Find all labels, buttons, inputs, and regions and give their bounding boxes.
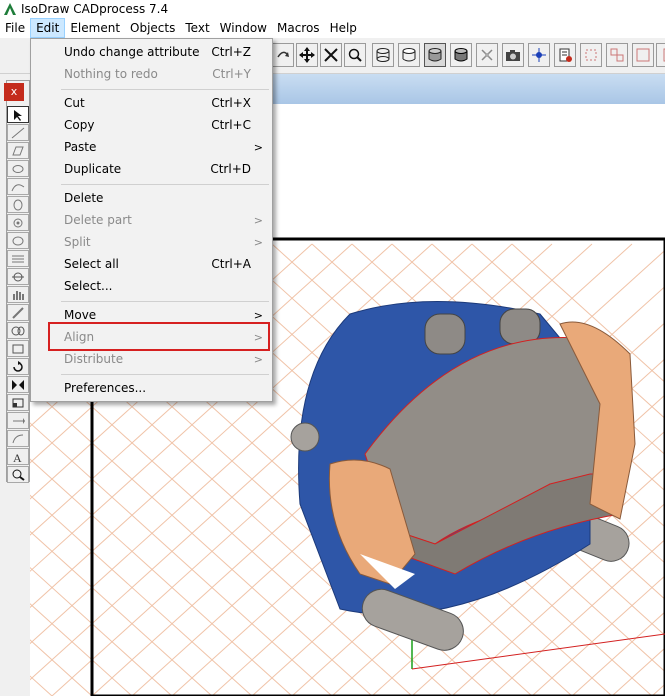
palette-close-button[interactable]: x	[4, 83, 24, 101]
menu-item-label: Undo change attribute	[64, 45, 200, 59]
menu-item-label: Cut	[64, 96, 85, 110]
window-title: IsoDraw CADprocess 7.4	[21, 2, 169, 16]
thread-tool-icon[interactable]	[7, 250, 29, 267]
selection-tool-icon[interactable]	[7, 106, 29, 123]
menu-separator	[61, 89, 269, 90]
camera-icon[interactable]	[502, 43, 524, 67]
bleed-screw	[290, 422, 320, 452]
menu-item-shortcut: Ctrl+D	[210, 162, 251, 176]
brake-caliper-model	[290, 301, 636, 651]
menu-objects[interactable]: Objects	[125, 18, 180, 38]
menu-item-shortcut: Ctrl+Z	[211, 45, 251, 59]
menu-item-label: Preferences...	[64, 381, 147, 395]
hole-tool-icon[interactable]	[7, 214, 29, 231]
menu-item-label: Select all	[64, 257, 119, 271]
menu-item-label: Copy	[64, 118, 95, 132]
properties-icon[interactable]	[554, 43, 576, 67]
pan-view-icon[interactable]	[296, 43, 318, 67]
menu-item-undo[interactable]: Undo change attribute Ctrl+Z	[32, 41, 271, 63]
spline-tool-icon[interactable]	[7, 196, 29, 213]
zoom-tool-icon[interactable]	[7, 466, 29, 483]
menu-item-delete[interactable]: Delete	[32, 187, 271, 209]
title-bar: IsoDraw CADprocess 7.4	[0, 0, 665, 18]
shaded-render-icon[interactable]	[424, 43, 446, 67]
menu-item-shortcut: Ctrl+X	[211, 96, 251, 110]
ungroup-icon[interactable]	[606, 43, 628, 67]
hand-tool-icon[interactable]	[7, 286, 29, 303]
hidden-line-render-icon[interactable]	[398, 43, 420, 67]
rotate-tool-icon[interactable]	[7, 358, 29, 375]
box-tool-icon[interactable]	[7, 340, 29, 357]
scale-tool-icon[interactable]	[7, 394, 29, 411]
menu-separator	[61, 374, 269, 375]
shaded-edges-render-icon[interactable]	[450, 43, 472, 67]
menu-item-label: Distribute	[64, 352, 124, 366]
menu-item-label: Duplicate	[64, 162, 122, 176]
svg-text:A: A	[13, 451, 22, 463]
menu-item-shortcut: Ctrl+Y	[212, 67, 251, 81]
submenu-arrow-icon: >	[253, 213, 263, 227]
piston-top	[424, 313, 466, 355]
callout-tool-icon[interactable]	[7, 430, 29, 447]
align-highlight-box	[48, 322, 270, 351]
rectangle-tool-icon[interactable]	[7, 142, 29, 159]
submenu-arrow-icon: >	[253, 140, 263, 154]
submenu-arrow-icon: >	[253, 308, 263, 322]
menu-item-label: Select...	[64, 279, 113, 293]
menu-item-select-all[interactable]: Select all Ctrl+A	[32, 253, 271, 275]
piston-top-right	[499, 308, 541, 345]
menu-item-preferences[interactable]: Preferences...	[32, 377, 271, 399]
network-icon[interactable]	[528, 43, 550, 67]
menu-item-cut[interactable]: Cut Ctrl+X	[32, 92, 271, 114]
submenu-arrow-icon: >	[253, 235, 263, 249]
text-tool-icon[interactable]: A	[7, 448, 29, 465]
bounding-box-icon[interactable]	[632, 43, 654, 67]
fit-view-icon[interactable]	[320, 43, 342, 67]
menu-item-label: Move	[64, 308, 97, 322]
menu-item-shortcut: Ctrl+C	[211, 118, 251, 132]
menu-item-delete-part[interactable]: Delete part >	[32, 209, 271, 231]
isodraw-app-icon	[4, 3, 16, 15]
ellipse-tool-icon[interactable]	[7, 160, 29, 177]
menu-item-label: Delete	[64, 191, 104, 205]
menu-element[interactable]: Element	[65, 18, 125, 38]
curve-tool-icon[interactable]	[7, 178, 29, 195]
zoom-view-icon[interactable]	[344, 43, 366, 67]
menu-item-duplicate[interactable]: Duplicate Ctrl+D	[32, 158, 271, 180]
explode-icon[interactable]	[476, 43, 498, 67]
dimension-tool-icon[interactable]	[7, 268, 29, 285]
shape-tool-icon[interactable]	[7, 322, 29, 339]
menu-bar: File Edit Element Objects Text Window Ma…	[0, 18, 665, 38]
line-tool-icon[interactable]	[7, 124, 29, 141]
menu-item-select[interactable]: Select...	[32, 275, 271, 297]
menu-item-label: Paste	[64, 140, 97, 154]
menu-item-shortcut: Ctrl+A	[211, 257, 251, 271]
menu-item-label: Nothing to redo	[64, 67, 158, 81]
menu-item-redo[interactable]: Nothing to redo Ctrl+Y	[32, 63, 271, 85]
menu-file[interactable]: File	[0, 18, 30, 38]
mirror-tool-icon[interactable]	[7, 376, 29, 393]
menu-help[interactable]: Help	[325, 18, 362, 38]
menu-item-label: Delete part	[64, 213, 132, 227]
arrow-tool-icon[interactable]	[7, 412, 29, 429]
menu-edit[interactable]: Edit	[30, 18, 66, 38]
menu-text[interactable]: Text	[180, 18, 214, 38]
menu-item-label: Split	[64, 235, 91, 249]
extra-tool-icon[interactable]	[656, 43, 665, 67]
group-select-icon[interactable]	[580, 43, 602, 67]
menu-window[interactable]: Window	[215, 18, 272, 38]
rotate-view-icon[interactable]	[272, 43, 294, 67]
menu-item-paste[interactable]: Paste >	[32, 136, 271, 158]
menu-separator	[61, 301, 269, 302]
menu-macros[interactable]: Macros	[272, 18, 325, 38]
menu-item-split[interactable]: Split >	[32, 231, 271, 253]
cylinder-tool-icon[interactable]	[7, 232, 29, 249]
menu-separator	[61, 184, 269, 185]
submenu-arrow-icon: >	[253, 352, 263, 366]
pen-tool-icon[interactable]	[7, 304, 29, 321]
menu-item-copy[interactable]: Copy Ctrl+C	[32, 114, 271, 136]
wireframe-render-icon[interactable]	[372, 43, 394, 67]
menu-item-distribute[interactable]: Distribute >	[32, 348, 271, 370]
